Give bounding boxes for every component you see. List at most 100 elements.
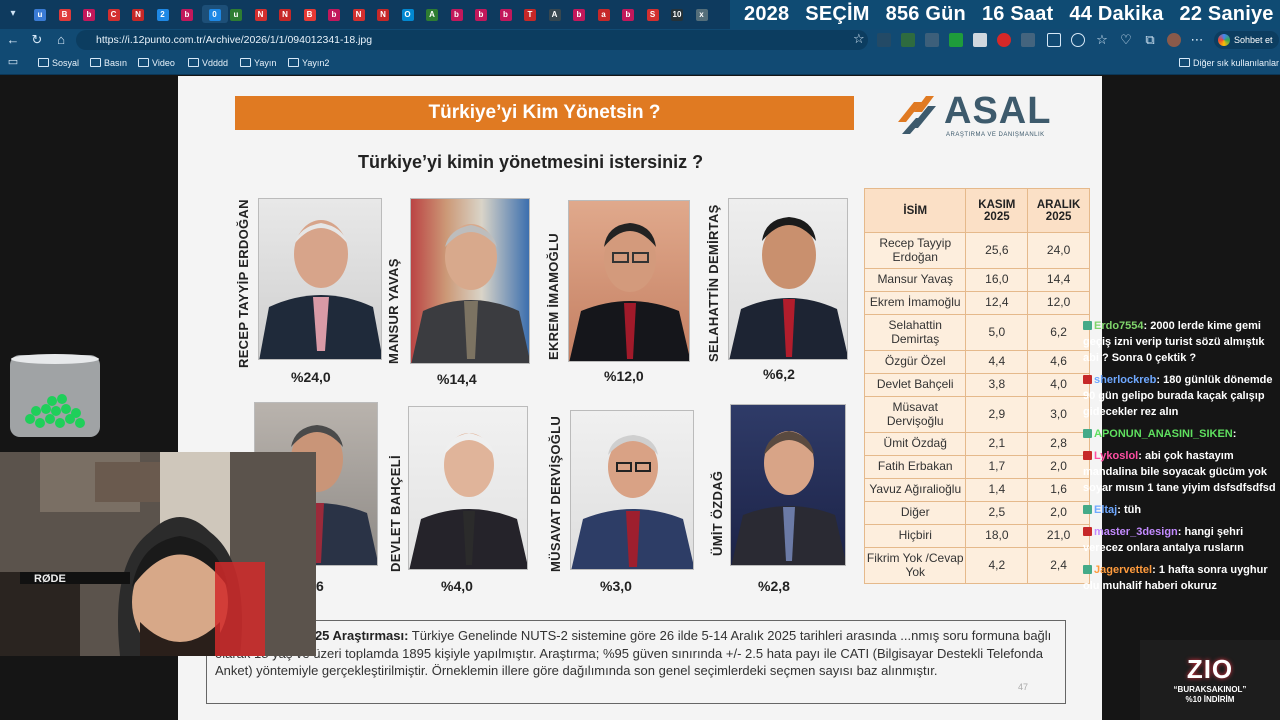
chat-username[interactable]: Jagervettel xyxy=(1094,564,1152,576)
browser-tab[interactable]: O xyxy=(398,5,418,23)
collections-icon[interactable]: ⧉ xyxy=(1141,31,1159,49)
profile-avatar[interactable] xyxy=(1167,33,1181,47)
browser-tab[interactable]: b xyxy=(496,5,516,23)
browser-tab[interactable]: C xyxy=(104,5,124,23)
extension-icon-4[interactable] xyxy=(949,33,963,47)
table-header-nov: KASIM 2025 xyxy=(965,188,1029,233)
browser-tab[interactable]: b xyxy=(324,5,344,23)
table-cell-dec: 6,2 xyxy=(1027,314,1090,351)
browser-tab[interactable]: b xyxy=(447,5,467,23)
tab-favicon-icon: A xyxy=(426,9,438,21)
extension-icon-2[interactable] xyxy=(901,33,915,47)
browser-tab[interactable]: N xyxy=(128,5,148,23)
candidate-photo xyxy=(258,198,382,360)
tab-favicon-icon: b xyxy=(475,9,487,21)
extension-icon-3[interactable] xyxy=(925,33,939,47)
favorites-icon[interactable]: ☆ xyxy=(1093,31,1111,49)
chat-username[interactable]: APONUN_ANASINI_SIKEN xyxy=(1094,428,1233,440)
browser-tab[interactable]: a xyxy=(594,5,614,23)
chat-username[interactable]: sherlockreb xyxy=(1094,374,1156,386)
bookmark-vdddd[interactable]: Vdddd xyxy=(188,56,228,70)
extension-icon-1[interactable] xyxy=(877,33,891,47)
browser-tab[interactable]: b xyxy=(618,5,638,23)
browser-tab[interactable]: 2 xyxy=(153,5,173,23)
browser-tab-bar: ▾ u Bb C N 2 b 0 u N N Bb N N O Ab b b T Ab a b S 10 x 2028 SEÇ… xyxy=(0,0,1280,29)
extension-icon-5[interactable] xyxy=(973,33,987,47)
table-cell-name: Fikrim Yok /Cevap Yok xyxy=(863,547,967,584)
bookmark-yayin[interactable]: Yayın xyxy=(240,56,276,70)
candidate-name: EKREM İMAMOĞLU xyxy=(546,233,561,360)
browser-tab[interactable]: x xyxy=(692,5,712,23)
reload-icon[interactable]: ↻ xyxy=(28,31,46,49)
browser-tab[interactable]: S xyxy=(643,5,663,23)
other-bookmarks[interactable]: Diğer sık kullanılanlar xyxy=(1179,56,1279,70)
chat-message: APONUN_ANASINI_SIKEN: xyxy=(1083,426,1280,442)
browser-tab[interactable]: N xyxy=(349,5,369,23)
heart-icon[interactable]: ♡ xyxy=(1117,31,1135,49)
table-cell-name: Mansur Yavaş xyxy=(863,268,967,292)
bookmark-label: Vdddd xyxy=(202,58,229,68)
candidate-percentage: %6,2 xyxy=(763,366,795,382)
table-cell-nov: 1,7 xyxy=(965,455,1029,479)
chat-username[interactable]: Eltaj xyxy=(1094,504,1117,516)
tab-favicon-icon: u xyxy=(34,9,46,21)
tab-favicon-icon: 0 xyxy=(208,9,221,21)
workspaces-icon[interactable]: ▭ xyxy=(4,53,22,71)
folder-icon xyxy=(188,58,199,67)
bookmark-yayin2[interactable]: Yayın2 xyxy=(288,56,329,70)
folder-icon xyxy=(138,58,149,67)
browser-tab[interactable]: b xyxy=(471,5,491,23)
browser-tab[interactable]: u xyxy=(30,5,50,23)
browser-tab[interactable]: u xyxy=(226,5,246,23)
bookmark-sosyal[interactable]: Sosyal xyxy=(38,56,79,70)
more-options-icon[interactable]: ⋯ xyxy=(1188,31,1206,49)
page-number: 47 xyxy=(1018,682,1029,692)
tab-favicon-icon: b xyxy=(328,9,340,21)
browser-tab[interactable]: b xyxy=(569,5,589,23)
sponsor-promo: ZIO “BURAKSAKINOL” %10 İNDİRİM xyxy=(1140,640,1280,720)
browser-tab[interactable]: 0 xyxy=(201,5,228,23)
browser-tab[interactable]: N xyxy=(251,5,271,23)
copilot-chat-button[interactable]: Sohbet et xyxy=(1214,31,1279,49)
browser-tab[interactable]: 10 xyxy=(667,5,687,23)
browser-tab[interactable]: A xyxy=(422,5,442,23)
chat-text: tüh xyxy=(1123,504,1142,516)
url-input[interactable]: https://i.12punto.com.tr/Archive/2026/1/… xyxy=(76,30,868,50)
settings-gear-icon[interactable] xyxy=(1071,33,1085,47)
split-screen-icon[interactable] xyxy=(1047,33,1061,47)
tab-favicon-icon: 10 xyxy=(671,9,683,21)
tab-favicon-icon: N xyxy=(132,9,144,21)
chat-username[interactable]: Erdo7554 xyxy=(1094,320,1144,332)
extension-icon-6[interactable] xyxy=(997,33,1011,47)
favorite-star-icon[interactable]: ☆ xyxy=(853,31,865,47)
slide-banner: Türkiye’yi Kim Yönetsin ? xyxy=(235,96,854,130)
browser-tab[interactable]: T xyxy=(520,5,540,23)
browser-tab[interactable]: N xyxy=(275,5,295,23)
tab-favicon-icon: T xyxy=(524,9,536,21)
table-cell-nov: 2,5 xyxy=(965,501,1029,525)
chat-button-label: Sohbet et xyxy=(1234,35,1273,45)
browser-tab[interactable]: N xyxy=(373,5,393,23)
chat-username[interactable]: master_3design xyxy=(1094,526,1178,538)
asal-logo-mark xyxy=(898,96,936,134)
bookmark-basin[interactable]: Basın xyxy=(90,56,127,70)
browser-tab[interactable]: A xyxy=(545,5,565,23)
tab-menu-icon[interactable]: ▾ xyxy=(4,5,22,23)
chat-badge-icon xyxy=(1083,429,1092,438)
browser-tab[interactable]: B xyxy=(55,5,75,23)
home-icon[interactable]: ⌂ xyxy=(52,31,70,49)
tab-favicon-icon: b xyxy=(573,9,585,21)
poll-results-table: İSİM KASIM 2025 ARALIK 2025 Recep Tayyip… xyxy=(863,188,1090,584)
back-icon[interactable]: ← xyxy=(4,31,22,49)
methodology-note: ündem Aralık 2025 Araştırması: Türkiye G… xyxy=(206,620,1066,704)
browser-tab[interactable]: b xyxy=(79,5,99,23)
bookmark-video[interactable]: Video xyxy=(138,56,175,70)
candidate-name: ÜMİT ÖZDAĞ xyxy=(710,470,725,556)
browser-tab[interactable]: b xyxy=(177,5,197,23)
poll-question: Türkiye’yi kimin yönetmesini istersiniz … xyxy=(358,152,704,172)
table-cell-name: Müsavat Dervişoğlu xyxy=(863,396,967,433)
extension-icon-7[interactable] xyxy=(1021,33,1035,47)
table-row: Selahattin Demirtaş 5,0 6,2 xyxy=(863,314,1090,351)
chat-username[interactable]: Lykoslol xyxy=(1094,450,1138,462)
browser-tab[interactable]: B xyxy=(300,5,320,23)
